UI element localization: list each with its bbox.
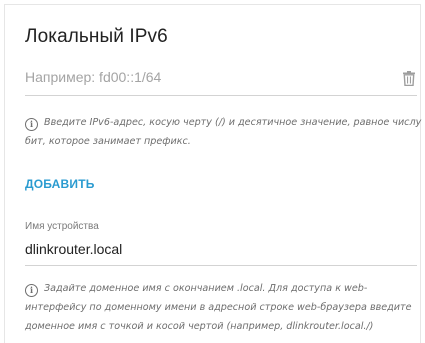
add-button[interactable]: ДОБАВИТЬ [25, 177, 95, 191]
ipv6-address-field [25, 61, 417, 96]
ipv6-hint-text: Введите IPv6-адрес, косую черту (/) и де… [25, 117, 422, 147]
info-icon: i [25, 118, 38, 131]
device-name-input[interactable] [25, 241, 405, 257]
ipv6-address-input[interactable] [25, 69, 385, 85]
trash-icon[interactable] [403, 71, 415, 87]
device-name-label: Имя устройства [25, 221, 99, 232]
device-hint: i Задайте доменное имя с окончанием .loca… [25, 279, 423, 336]
local-ipv6-card: Локальный IPv6 iВведите IPv6-адрес, косу… [4, 4, 421, 343]
section-title: Локальный IPv6 [25, 26, 168, 47]
ipv6-hint: i Введите IPv6-адрес, косую черту (/) и д… [25, 113, 425, 151]
device-hint-text: Задайте доменное имя с окончанием .local… [25, 283, 412, 332]
device-name-field: Имя устройства [25, 221, 417, 266]
info-icon: i [25, 284, 38, 297]
